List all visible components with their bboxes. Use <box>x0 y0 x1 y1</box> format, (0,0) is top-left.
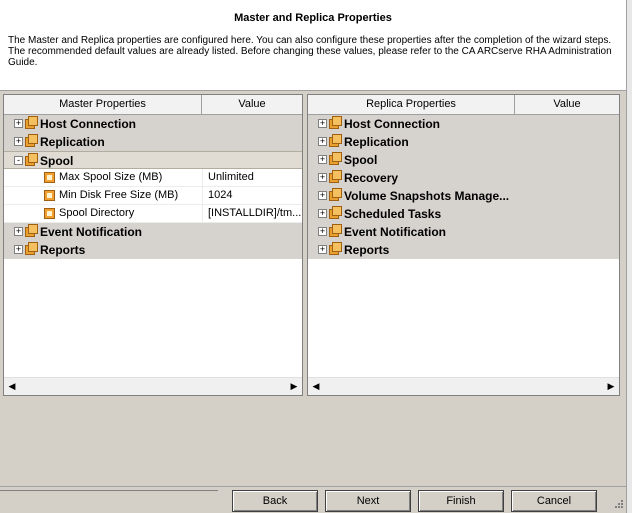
footer-divider <box>0 486 626 487</box>
group-label: Spool <box>344 153 378 167</box>
master-properties-column[interactable]: Master Properties <box>4 95 202 114</box>
replica-group-recovery[interactable]: + Recovery <box>308 169 619 187</box>
property-group-icon <box>25 242 38 256</box>
property-group-icon <box>25 134 38 148</box>
scroll-left-icon[interactable]: ◀ <box>4 378 20 394</box>
group-label: Scheduled Tasks <box>344 207 442 221</box>
expand-icon[interactable]: + <box>318 191 327 200</box>
finish-button[interactable]: Finish <box>418 490 504 512</box>
property-value[interactable]: Unlimited <box>202 169 302 186</box>
spool-item-min-disk-free-size[interactable]: Min Disk Free Size (MB) 1024 <box>4 187 302 205</box>
property-item-icon <box>44 208 55 219</box>
scroll-right-icon[interactable]: ▶ <box>286 378 302 394</box>
replica-group-volume-snapshots[interactable]: + Volume Snapshots Manage... <box>308 187 619 205</box>
property-group-icon <box>25 153 38 167</box>
replica-group-event-notification[interactable]: + Event Notification <box>308 223 619 241</box>
expand-icon[interactable]: + <box>14 245 23 254</box>
group-label: Replication <box>344 135 409 149</box>
spool-item-max-spool-size[interactable]: Max Spool Size (MB) Unlimited <box>4 169 302 187</box>
property-group-icon <box>329 134 342 148</box>
scroll-right-icon[interactable]: ▶ <box>603 378 619 394</box>
master-group-replication[interactable]: + Replication <box>4 133 302 151</box>
expand-icon[interactable]: + <box>318 227 327 236</box>
group-label: Reports <box>344 243 390 257</box>
replica-column-header: Replica Properties Value <box>308 95 619 115</box>
expand-icon[interactable]: + <box>14 119 23 128</box>
footer-bar <box>0 490 218 512</box>
group-label: Host Connection <box>40 117 136 131</box>
expand-icon[interactable]: + <box>14 227 23 236</box>
expand-icon[interactable]: + <box>318 119 327 128</box>
group-label: Host Connection <box>344 117 440 131</box>
master-value-column[interactable]: Value <box>202 95 302 114</box>
property-group-icon <box>329 188 342 202</box>
back-button[interactable]: Back <box>232 490 318 512</box>
property-item-icon <box>44 190 55 201</box>
scroll-left-icon[interactable]: ◀ <box>308 378 324 394</box>
property-group-icon <box>25 116 38 130</box>
property-label: Min Disk Free Size (MB) <box>59 189 179 201</box>
property-group-icon <box>329 116 342 130</box>
expand-icon[interactable]: + <box>318 173 327 182</box>
group-label: Spool <box>40 154 74 168</box>
property-group-icon <box>329 242 342 256</box>
expand-icon[interactable]: + <box>14 137 23 146</box>
master-group-host-connection[interactable]: + Host Connection <box>4 115 302 133</box>
property-group-icon <box>329 206 342 220</box>
master-group-reports[interactable]: + Reports <box>4 241 302 259</box>
expand-icon[interactable]: + <box>318 209 327 218</box>
property-value[interactable]: [INSTALLDIR]/tm... <box>202 205 302 222</box>
spool-item-spool-directory[interactable]: Spool Directory [INSTALLDIR]/tm... <box>4 205 302 223</box>
replica-group-reports[interactable]: + Reports <box>308 241 619 259</box>
property-group-icon <box>329 170 342 184</box>
replica-value-column[interactable]: Value <box>515 95 619 114</box>
page-description: The Master and Replica properties are co… <box>8 35 612 68</box>
group-label: Event Notification <box>344 225 447 239</box>
group-label: Recovery <box>344 171 399 185</box>
master-group-spool[interactable]: - Spool <box>4 151 302 169</box>
replica-group-host-connection[interactable]: + Host Connection <box>308 115 619 133</box>
replica-group-scheduled-tasks[interactable]: + Scheduled Tasks <box>308 205 619 223</box>
wizard-header: Master and Replica Properties The Master… <box>0 0 626 91</box>
master-horizontal-scrollbar[interactable]: ◀ ▶ <box>4 377 302 395</box>
property-label: Spool Directory <box>59 207 135 219</box>
master-group-event-notification[interactable]: + Event Notification <box>4 223 302 241</box>
group-label: Volume Snapshots Manage... <box>344 189 510 203</box>
replica-property-tree: + Host Connection + Replication + Spool … <box>308 115 619 259</box>
expand-icon[interactable]: + <box>318 137 327 146</box>
page-title: Master and Replica Properties <box>234 12 392 24</box>
expand-icon[interactable]: + <box>318 155 327 164</box>
property-group-icon <box>329 152 342 166</box>
expand-icon[interactable]: + <box>318 245 327 254</box>
master-properties-panel[interactable]: Master Properties Value + Host Connectio… <box>3 94 303 396</box>
property-group-icon <box>329 224 342 238</box>
replica-horizontal-scrollbar[interactable]: ◀ ▶ <box>308 377 619 395</box>
window-right-edge <box>626 0 632 513</box>
replica-group-spool[interactable]: + Spool <box>308 151 619 169</box>
property-value[interactable]: 1024 <box>202 187 302 204</box>
master-column-header: Master Properties Value <box>4 95 302 115</box>
replica-properties-column[interactable]: Replica Properties <box>308 95 515 114</box>
replica-properties-panel[interactable]: Replica Properties Value + Host Connecti… <box>307 94 620 396</box>
next-button[interactable]: Next <box>325 490 411 512</box>
cancel-button[interactable]: Cancel <box>511 490 597 512</box>
property-item-icon <box>44 172 55 183</box>
master-property-tree: + Host Connection + Replication - Spool … <box>4 115 302 259</box>
collapse-icon[interactable]: - <box>14 156 23 165</box>
replica-group-replication[interactable]: + Replication <box>308 133 619 151</box>
group-label: Reports <box>40 243 86 257</box>
group-label: Replication <box>40 135 105 149</box>
property-group-icon <box>25 224 38 238</box>
property-label: Max Spool Size (MB) <box>59 171 163 183</box>
group-label: Event Notification <box>40 225 143 239</box>
resize-grip-icon[interactable] <box>614 499 624 509</box>
